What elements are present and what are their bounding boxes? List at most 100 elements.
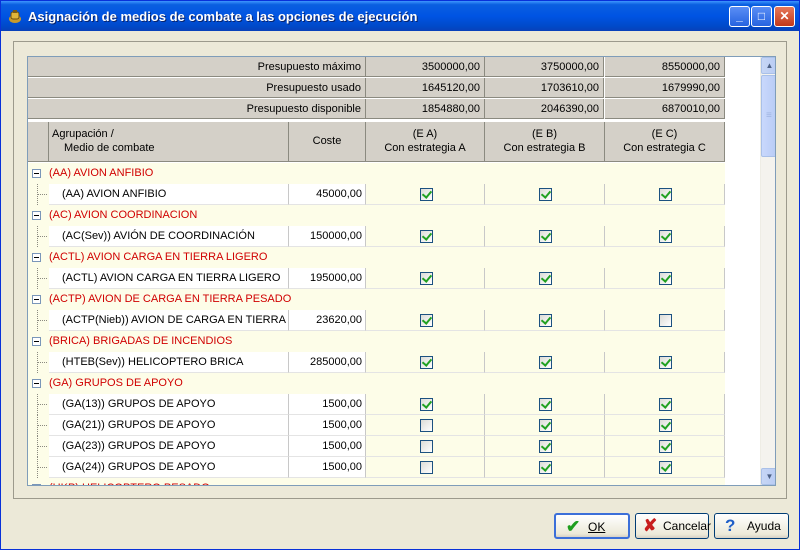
option-checkbox[interactable] bbox=[420, 419, 433, 432]
item-row[interactable]: (ACTL) AVION CARGA EN TIERRA LIGERO 19500… bbox=[28, 268, 725, 289]
budget-value: 6870010,00 bbox=[605, 99, 725, 119]
option-checkbox[interactable] bbox=[420, 398, 433, 411]
item-row[interactable]: (HTEB(Sev)) HELICOPTERO BRICA 285000,00 bbox=[28, 352, 725, 373]
option-checkbox[interactable] bbox=[659, 272, 672, 285]
assignment-grid: Presupuesto máximo 3500000,00 3750000,00… bbox=[27, 56, 776, 486]
tree-connector bbox=[28, 310, 49, 331]
cancel-label: Cancelar bbox=[663, 519, 712, 533]
budget-value: 2046390,00 bbox=[485, 99, 604, 119]
header-option-c[interactable]: (E C) Con estrategia C bbox=[605, 122, 725, 162]
header-group-line1: Agrupación / bbox=[52, 128, 114, 140]
option-checkbox[interactable] bbox=[420, 356, 433, 369]
ok-button[interactable]: ✔ OK bbox=[554, 513, 630, 539]
collapse-icon[interactable] bbox=[32, 295, 41, 304]
header-option-name: Con estrategia C bbox=[623, 142, 706, 154]
item-row[interactable]: (AA) AVION ANFIBIO 45000,00 bbox=[28, 184, 725, 205]
header-option-a[interactable]: (E A) Con estrategia A bbox=[366, 122, 485, 162]
option-checkbox[interactable] bbox=[659, 356, 672, 369]
option-checkbox[interactable] bbox=[420, 272, 433, 285]
item-row[interactable]: (GA(21)) GRUPOS DE APOYO 1500,00 bbox=[28, 415, 725, 436]
header-option-code: (E B) bbox=[531, 128, 558, 140]
group-label: (BRICA) BRIGADAS DE INCENDIOS bbox=[49, 335, 233, 347]
cancel-button[interactable]: ✘ Cancelar bbox=[635, 513, 712, 539]
group-row[interactable]: (GA) GRUPOS DE APOYO bbox=[28, 373, 725, 394]
scroll-thumb[interactable] bbox=[761, 75, 775, 157]
vertical-scrollbar[interactable]: ▲ ▼ bbox=[760, 57, 775, 485]
collapse-icon[interactable] bbox=[32, 337, 41, 346]
option-checkbox[interactable] bbox=[420, 461, 433, 474]
header-option-code: (E C) bbox=[651, 128, 678, 140]
option-cell bbox=[605, 457, 725, 478]
item-row[interactable]: (ACTP(Nieb)) AVION DE CARGA EN TIERRA 236… bbox=[28, 310, 725, 331]
group-row[interactable]: (BRICA) BRIGADAS DE INCENDIOS bbox=[28, 331, 725, 352]
option-cell bbox=[366, 394, 485, 415]
budget-value: 1679990,00 bbox=[605, 78, 725, 98]
budget-value: 1645120,00 bbox=[366, 78, 485, 98]
ok-label: OK bbox=[588, 520, 606, 534]
maximize-button[interactable]: □ bbox=[751, 6, 772, 27]
header-option-b[interactable]: (E B) Con estrategia B bbox=[485, 122, 605, 162]
collapse-icon[interactable] bbox=[32, 379, 41, 388]
collapse-icon[interactable] bbox=[32, 484, 41, 485]
option-checkbox[interactable] bbox=[659, 440, 672, 453]
help-button[interactable]: ? Ayuda bbox=[714, 513, 789, 539]
option-checkbox[interactable] bbox=[539, 230, 552, 243]
option-cell bbox=[605, 436, 725, 457]
option-checkbox[interactable] bbox=[659, 398, 672, 411]
tree-connector bbox=[28, 184, 49, 205]
item-row[interactable]: (GA(24)) GRUPOS DE APOYO 1500,00 bbox=[28, 457, 725, 478]
option-checkbox[interactable] bbox=[659, 230, 672, 243]
option-checkbox[interactable] bbox=[539, 461, 552, 474]
option-cell bbox=[605, 415, 725, 436]
group-row[interactable]: (HKP) HELICOPTERO PESADO bbox=[28, 478, 725, 485]
option-checkbox[interactable] bbox=[659, 461, 672, 474]
scroll-up-button[interactable]: ▲ bbox=[761, 57, 775, 74]
option-checkbox[interactable] bbox=[659, 419, 672, 432]
group-row[interactable]: (AA) AVION ANFIBIO bbox=[28, 163, 725, 184]
scroll-down-button[interactable]: ▼ bbox=[761, 468, 775, 485]
budget-value: 3500000,00 bbox=[366, 57, 485, 77]
group-row[interactable]: (ACTP) AVION DE CARGA EN TIERRA PESADO bbox=[28, 289, 725, 310]
group-label: (AC) AVION COORDINACION bbox=[49, 209, 198, 221]
option-cell bbox=[366, 436, 485, 457]
budget-label-used: Presupuesto usado bbox=[28, 78, 366, 98]
item-row[interactable]: (GA(23)) GRUPOS DE APOYO 1500,00 bbox=[28, 436, 725, 457]
option-checkbox[interactable] bbox=[420, 440, 433, 453]
option-checkbox[interactable] bbox=[539, 356, 552, 369]
option-checkbox[interactable] bbox=[539, 272, 552, 285]
option-cell bbox=[485, 436, 605, 457]
checkmark-icon: ✔ bbox=[566, 517, 581, 536]
header-cost[interactable]: Coste bbox=[289, 122, 366, 162]
option-cell bbox=[366, 310, 485, 331]
option-checkbox[interactable] bbox=[539, 419, 552, 432]
title-bar[interactable]: Asignación de medios de combate a las op… bbox=[1, 1, 799, 31]
option-checkbox[interactable] bbox=[539, 314, 552, 327]
item-name: (AC(Sev)) AVIÓN DE COORDINACIÓN bbox=[49, 226, 289, 247]
option-checkbox[interactable] bbox=[539, 398, 552, 411]
close-button[interactable]: ✕ bbox=[774, 6, 795, 27]
tree-connector bbox=[28, 394, 49, 415]
option-checkbox[interactable] bbox=[539, 188, 552, 201]
budget-label-available: Presupuesto disponible bbox=[28, 99, 366, 119]
budget-value: 1854880,00 bbox=[366, 99, 485, 119]
item-row[interactable]: (GA(13)) GRUPOS DE APOYO 1500,00 bbox=[28, 394, 725, 415]
option-checkbox[interactable] bbox=[420, 188, 433, 201]
option-checkbox[interactable] bbox=[659, 314, 672, 327]
option-checkbox[interactable] bbox=[539, 440, 552, 453]
option-cell bbox=[605, 226, 725, 247]
collapse-icon[interactable] bbox=[32, 253, 41, 262]
item-cost: 1500,00 bbox=[289, 394, 366, 415]
option-checkbox[interactable] bbox=[420, 314, 433, 327]
group-row[interactable]: (ACTL) AVION CARGA EN TIERRA LIGERO bbox=[28, 247, 725, 268]
help-label: Ayuda bbox=[747, 519, 781, 533]
item-cost: 23620,00 bbox=[289, 310, 366, 331]
minimize-button[interactable]: _ bbox=[729, 6, 750, 27]
item-name: (ACTP(Nieb)) AVION DE CARGA EN TIERRA bbox=[49, 310, 289, 331]
collapse-icon[interactable] bbox=[32, 211, 41, 220]
option-checkbox[interactable] bbox=[420, 230, 433, 243]
header-group[interactable]: Agrupación / Medio de combate bbox=[49, 122, 289, 162]
item-row[interactable]: (AC(Sev)) AVIÓN DE COORDINACIÓN 150000,00 bbox=[28, 226, 725, 247]
group-row[interactable]: (AC) AVION COORDINACION bbox=[28, 205, 725, 226]
collapse-icon[interactable] bbox=[32, 169, 41, 178]
option-checkbox[interactable] bbox=[659, 188, 672, 201]
